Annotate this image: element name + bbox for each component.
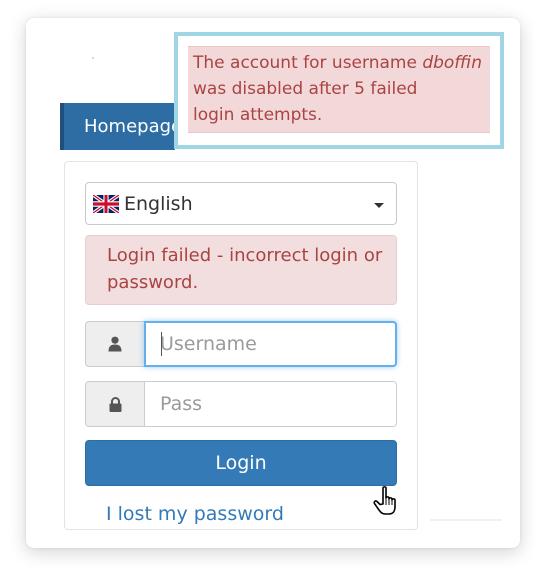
- callout-message-line3: login attempts.: [193, 105, 323, 125]
- callout-message-line2: was disabled after 5 failed: [193, 79, 418, 99]
- user-icon: [108, 336, 122, 352]
- account-disabled-callout: The account for username dboffin was dis…: [174, 32, 504, 149]
- login-button[interactable]: Login: [85, 440, 397, 486]
- lock-icon: [109, 396, 121, 412]
- divider-line: [430, 519, 502, 521]
- lost-password-link[interactable]: I lost my password: [106, 500, 284, 524]
- text-cursor: [161, 332, 162, 356]
- lock-icon-addon: [85, 381, 145, 427]
- language-select-value: English: [124, 192, 193, 215]
- username-input[interactable]: [144, 321, 397, 367]
- user-icon-addon: [85, 321, 145, 367]
- hand-pointer-icon: [373, 486, 396, 515]
- password-input[interactable]: [144, 381, 397, 427]
- account-disabled-message: The account for username dboffin was dis…: [188, 46, 490, 133]
- homepage-tab[interactable]: Homepage: [60, 103, 175, 150]
- callout-username: dboffin: [422, 53, 483, 73]
- password-input-group: [85, 381, 397, 427]
- username-input-group: [85, 321, 397, 367]
- callout-message-prefix: The account for username: [193, 53, 423, 73]
- login-failed-alert: Login failed - incorrect login or passwo…: [85, 235, 397, 305]
- decorative-dot: [92, 57, 94, 59]
- uk-flag-icon: [93, 194, 119, 213]
- caret-down-icon: [374, 203, 384, 208]
- language-select[interactable]: English: [85, 182, 397, 225]
